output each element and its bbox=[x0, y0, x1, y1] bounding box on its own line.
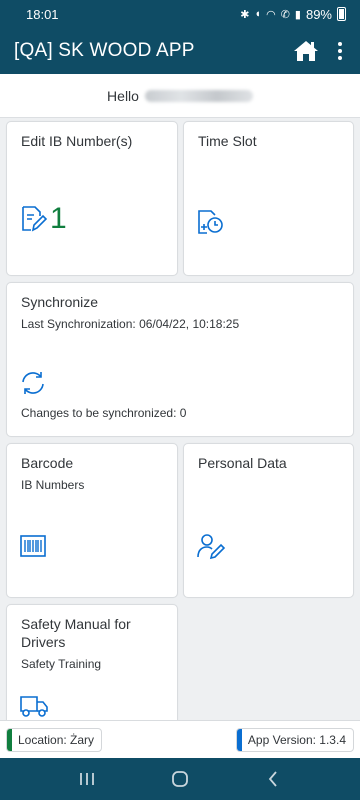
user-name-redacted bbox=[144, 89, 253, 102]
home-nav-button[interactable] bbox=[160, 764, 200, 794]
system-nav-bar bbox=[0, 758, 360, 800]
status-icons: ✱ ◖ ◠ ✆ ▮ 89% bbox=[240, 7, 346, 22]
truck-icon bbox=[20, 696, 48, 717]
tile-subtitle: Last Synchronization: 06/04/22, 10:18:25 bbox=[21, 317, 240, 331]
status-bar: 18:01 ✱ ◖ ◠ ✆ ▮ 89% bbox=[0, 0, 360, 28]
home-icon bbox=[294, 41, 318, 61]
footer-bar: Location: Żary App Version: 1.3.4 bbox=[0, 720, 360, 758]
overflow-menu-button[interactable] bbox=[334, 37, 346, 65]
app-title: [QA] SK WOOD APP bbox=[14, 40, 195, 61]
tile-title: Barcode bbox=[21, 455, 74, 471]
tile-title: Edit IB Number(s) bbox=[21, 133, 133, 149]
edit-document-icon bbox=[22, 206, 47, 232]
tile-subtitle: Safety Training bbox=[21, 657, 102, 671]
wifi-icon: ◠ bbox=[266, 8, 276, 21]
location-chip[interactable]: Location: Żary bbox=[6, 727, 103, 752]
bluetooth-icon: ✱ bbox=[240, 8, 250, 21]
tile-title: Safety Manual for Drivers bbox=[21, 616, 131, 650]
recent-apps-button[interactable] bbox=[67, 764, 107, 794]
mute-icon: ◖ bbox=[254, 8, 262, 20]
sync-icon bbox=[22, 372, 44, 394]
location-indicator bbox=[7, 728, 12, 751]
app-version-chip[interactable]: App Version: 1.3.4 bbox=[235, 727, 354, 752]
tile-title: Time Slot bbox=[198, 133, 257, 149]
tile-title: Synchronize bbox=[21, 294, 99, 310]
back-button[interactable] bbox=[253, 764, 293, 794]
battery-percent: 89% bbox=[305, 6, 332, 22]
tile-time-slot[interactable]: Time Slot bbox=[183, 121, 354, 276]
version-text: App Version: 1.3.4 bbox=[247, 732, 346, 747]
status-time: 18:01 bbox=[26, 6, 59, 22]
tile-footer: Changes to be synchronized: 0 bbox=[21, 406, 187, 420]
app-bar: [QA] SK WOOD APP bbox=[0, 28, 360, 74]
home-button[interactable] bbox=[292, 37, 320, 65]
tile-synchronize[interactable]: Synchronize Last Synchronization: 06/04/… bbox=[6, 282, 354, 437]
home-circle-icon bbox=[172, 771, 188, 787]
location-text: Location: Żary bbox=[18, 732, 95, 747]
version-indicator bbox=[236, 728, 242, 751]
greeting: Hello bbox=[0, 74, 360, 118]
tile-personal-data[interactable]: Personal Data bbox=[183, 443, 354, 598]
ib-count: 1 bbox=[50, 202, 67, 235]
tile-title: Personal Data bbox=[198, 455, 287, 471]
recent-apps-icon bbox=[79, 773, 94, 785]
tile-subtitle: IB Numbers bbox=[21, 478, 85, 492]
greeting-text: Hello bbox=[107, 87, 139, 104]
call-icon: ✆ bbox=[280, 8, 290, 21]
battery-icon bbox=[337, 7, 346, 21]
back-icon bbox=[269, 771, 277, 787]
user-edit-icon bbox=[197, 534, 226, 560]
tile-barcode[interactable]: Barcode IB Numbers bbox=[6, 443, 178, 598]
appointment-clock-icon bbox=[198, 210, 223, 234]
barcode-icon bbox=[20, 535, 46, 557]
signal-icon: ▮ bbox=[294, 8, 301, 21]
tile-edit-ib-numbers[interactable]: Edit IB Number(s) 1 bbox=[6, 121, 178, 276]
